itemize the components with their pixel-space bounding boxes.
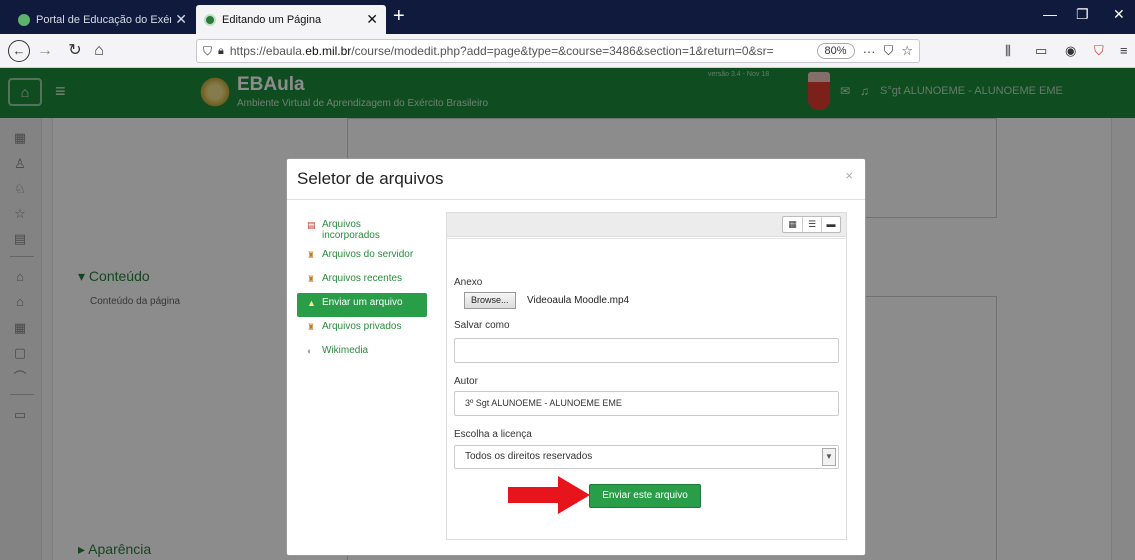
author-label: Autor (454, 376, 478, 387)
license-select[interactable]: Todos os direitos reservados ▼ (454, 445, 839, 469)
pocket-icon[interactable]: ⛉ (884, 43, 894, 59)
library-icon[interactable]: ⫼ (1005, 43, 1011, 59)
repo-embedded-files[interactable]: ▤ Arquivos incorporados (297, 215, 427, 245)
close-tab-icon[interactable]: ✕ (366, 11, 378, 28)
browser-tab-editing[interactable]: Editando um Página ✕ (196, 5, 386, 34)
save-as-label: Salvar como (454, 320, 510, 331)
upload-panel: ▦ ☰ ▬ Anexo Browse... Videoaula Moodle.m… (446, 212, 847, 540)
tree-view-icon[interactable]: ▬ (821, 217, 840, 232)
author-input[interactable]: 3º Sgt ALUNOEME - ALUNOEME EME (454, 391, 839, 416)
red-arrow-annotation (508, 476, 590, 514)
form-divider (447, 238, 846, 239)
repo-server-files[interactable]: ♜ Arquivos do servidor (297, 245, 427, 269)
repository-list: ▤ Arquivos incorporados ♜ Arquivos do se… (297, 215, 427, 365)
repo-private-files[interactable]: ♜ Arquivos privados (297, 317, 427, 341)
minimize-icon[interactable]: — (1043, 6, 1057, 22)
browse-button[interactable]: Browse... (464, 292, 516, 309)
url-text[interactable]: https://ebaula.eb.mil.br/course/modedit.… (230, 44, 811, 58)
repo-wikimedia[interactable]: ◐ Wikimedia (297, 341, 427, 365)
attachment-label: Anexo (454, 277, 483, 288)
selected-file-name: Videoaula Moodle.mp4 (527, 295, 630, 306)
pocket-save-icon[interactable]: ⛉ (1094, 43, 1104, 59)
restore-icon[interactable]: ❐ (1076, 6, 1089, 23)
license-selected-value: Todos os direitos reservados (465, 451, 593, 462)
recent-icon: ♜ (307, 274, 316, 284)
browser-tab-portal[interactable]: Portal de Educação do Exército ✕ (10, 5, 195, 34)
wikimedia-icon: ◐ (307, 346, 313, 356)
list-view-icon[interactable]: ☰ (802, 217, 821, 232)
browser-tab-bar: Portal de Educação do Exército ✕ Editand… (0, 0, 1135, 34)
reload-icon[interactable]: ↻ (64, 40, 86, 62)
portal-favicon-icon (18, 13, 30, 26)
window-close-icon[interactable]: ✕ (1113, 6, 1125, 23)
dialog-title: Seletor de arquivos (297, 169, 444, 188)
forward-icon[interactable]: → (34, 40, 56, 62)
back-icon[interactable]: ← (8, 40, 30, 62)
bookmark-star-icon[interactable]: ☆ (901, 43, 913, 59)
lock-icon[interactable]: 🔒︎ (218, 45, 224, 58)
tab-title: Editando um Página (222, 13, 322, 26)
url-bar[interactable]: ⛉ 🔒︎ https://ebaula.eb.mil.br/course/mod… (196, 39, 920, 63)
view-switcher: ▦ ☰ ▬ (782, 216, 841, 233)
more-actions-icon[interactable]: ··· (863, 44, 876, 59)
upload-icon: ▲ (307, 298, 316, 308)
close-tab-icon[interactable]: ✕ (175, 11, 187, 28)
private-icon: ♜ (307, 322, 316, 332)
tab-title: Portal de Educação do Exército (36, 13, 172, 26)
save-as-input[interactable] (454, 338, 839, 363)
file-icon: ▤ (307, 220, 316, 230)
grid-view-icon[interactable]: ▦ (783, 217, 802, 232)
server-icon: ♜ (307, 250, 316, 260)
browser-nav-bar: ← → ↻ ⌂ ⛉ 🔒︎ https://ebaula.eb.mil.br/co… (0, 34, 1135, 68)
shield-icon[interactable]: ⛉ (203, 44, 212, 59)
dialog-close-icon[interactable]: × (845, 168, 853, 183)
upload-file-button[interactable]: Enviar este arquivo (589, 484, 701, 508)
chevron-down-icon[interactable]: ▼ (822, 448, 836, 466)
home-icon[interactable]: ⌂ (88, 40, 110, 62)
menu-icon[interactable]: ≡ (1120, 43, 1128, 58)
ebaula-favicon-icon (204, 13, 216, 26)
new-tab-button[interactable]: + (393, 4, 405, 28)
upload-form: Anexo Browse... Videoaula Moodle.mp4 Sal… (447, 238, 846, 540)
panel-toolbar: ▦ ☰ ▬ (447, 213, 846, 237)
repo-recent-files[interactable]: ♜ Arquivos recentes (297, 269, 427, 293)
repo-upload-file[interactable]: ▲ Enviar um arquivo (297, 293, 427, 317)
license-label: Escolha a licença (454, 429, 532, 440)
zoom-indicator[interactable]: 80% (816, 43, 855, 59)
dialog-divider (287, 199, 865, 200)
account-icon[interactable]: ◉ (1065, 43, 1076, 59)
sidebar-icon[interactable]: ▭ (1035, 43, 1047, 59)
